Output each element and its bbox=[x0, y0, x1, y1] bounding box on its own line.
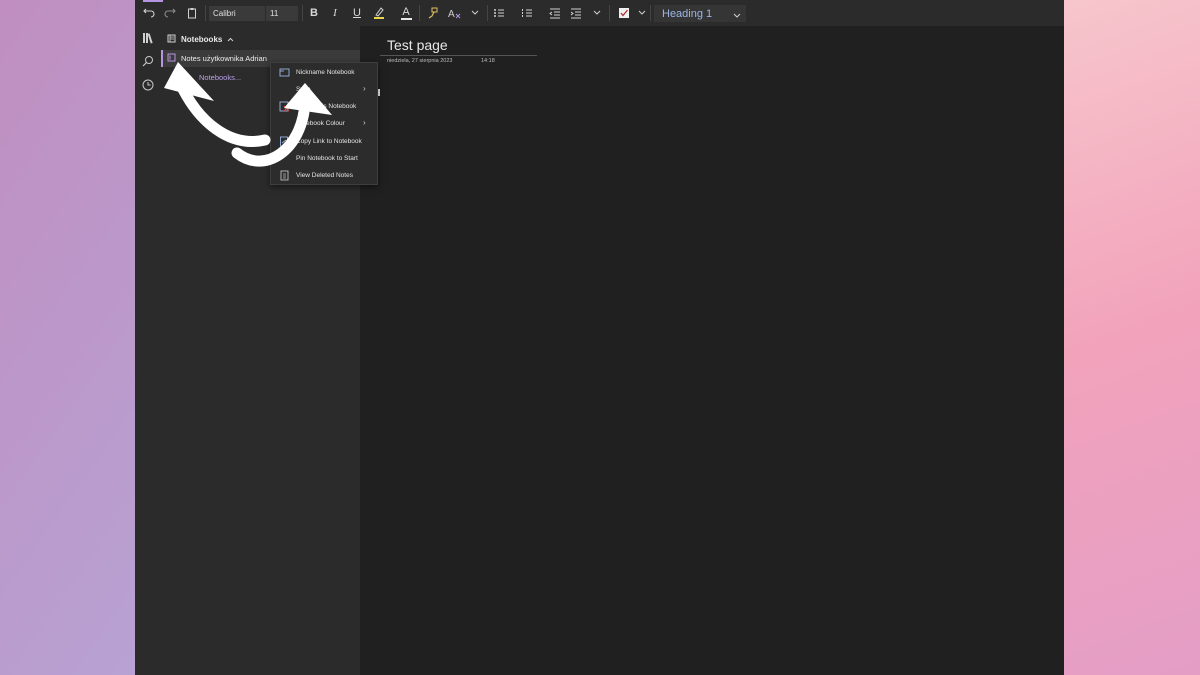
toolbar-separator bbox=[205, 5, 206, 21]
chevron-right-icon: › bbox=[363, 84, 366, 93]
toolbar-separator bbox=[650, 5, 651, 21]
bullets-icon[interactable] bbox=[491, 4, 507, 22]
menu-item-label: Pin Notebook to Start bbox=[296, 155, 358, 162]
clear-format-icon[interactable]: A bbox=[446, 4, 462, 22]
outdent-icon[interactable] bbox=[547, 4, 563, 22]
selection-indicator bbox=[161, 50, 163, 67]
rename-icon bbox=[279, 67, 290, 78]
menu-item-sync[interactable]: Sync › bbox=[271, 81, 377, 98]
desktop-background-right bbox=[1064, 0, 1200, 675]
onenote-window: Calibri 11 B I U A A Heading 1 Notebooks… bbox=[135, 0, 1064, 675]
menu-item-label: Nickname Notebook bbox=[296, 69, 355, 76]
notebook-list-icon bbox=[167, 34, 176, 45]
notebook-context-menu: Nickname Notebook Sync › Close This Note… bbox=[270, 62, 378, 185]
notebook-icon bbox=[167, 53, 176, 64]
menu-item-label: Notebook Colour bbox=[296, 120, 345, 127]
page-date: niedziela, 27 sierpnia 2023 bbox=[387, 58, 453, 64]
font-color-button[interactable]: A bbox=[398, 4, 414, 22]
italic-button[interactable]: I bbox=[327, 4, 343, 22]
redo-icon[interactable] bbox=[162, 4, 178, 22]
font-color-swatch bbox=[400, 17, 412, 20]
page-canvas[interactable]: Test page niedziela, 27 sierpnia 2023 14… bbox=[360, 26, 1064, 675]
menu-item-label: View Deleted Notes bbox=[296, 172, 353, 179]
close-notebook-icon bbox=[279, 101, 290, 112]
deleted-notes-icon bbox=[279, 170, 290, 181]
font-color-glyph: A bbox=[402, 5, 410, 18]
title-divider bbox=[380, 55, 537, 56]
menu-item-pin-to-start[interactable]: Pin Notebook to Start bbox=[271, 150, 377, 167]
chevron-up-icon bbox=[227, 35, 234, 44]
toolbar: Calibri 11 B I U A A Heading 1 bbox=[135, 0, 1064, 27]
font-size-field[interactable]: 11 bbox=[266, 6, 298, 21]
toolbar-separator bbox=[609, 5, 610, 21]
todo-checkbox-icon[interactable] bbox=[616, 4, 632, 22]
chevron-down-icon[interactable] bbox=[591, 4, 603, 22]
toolbar-accent-bar bbox=[143, 0, 163, 2]
menu-item-label: Copy Link to Notebook bbox=[296, 138, 362, 145]
navigation-rail bbox=[135, 26, 161, 675]
toolbar-separator bbox=[487, 5, 488, 21]
style-dropdown[interactable]: Heading 1 bbox=[654, 5, 746, 22]
style-dropdown-label: Heading 1 bbox=[662, 7, 713, 20]
font-name-field[interactable]: Calibri bbox=[209, 6, 265, 21]
svg-text:A: A bbox=[448, 9, 455, 19]
chevron-right-icon: › bbox=[363, 118, 366, 127]
notebooks-header[interactable]: Notebooks bbox=[167, 32, 234, 46]
text-cursor bbox=[378, 89, 380, 96]
chevron-down-icon[interactable] bbox=[469, 4, 481, 22]
menu-item-label: Close This Notebook bbox=[296, 103, 357, 110]
page-time: 14:18 bbox=[481, 58, 495, 64]
more-notebooks-link[interactable]: Notebooks... bbox=[199, 73, 241, 82]
notebook-name: Notes użytkownika Adrian bbox=[181, 54, 267, 63]
clipboard-icon[interactable] bbox=[184, 4, 200, 22]
menu-item-notebook-colour[interactable]: Notebook Colour › bbox=[271, 115, 377, 132]
chevron-down-icon bbox=[733, 10, 741, 22]
menu-item-copy-link[interactable]: Copy Link to Notebook bbox=[271, 133, 377, 150]
menu-item-view-deleted-notes[interactable]: View Deleted Notes bbox=[271, 167, 377, 184]
search-icon[interactable] bbox=[138, 51, 158, 71]
indent-icon[interactable] bbox=[568, 4, 584, 22]
toolbar-separator bbox=[419, 5, 420, 21]
underline-button[interactable]: U bbox=[349, 4, 365, 22]
recent-icon[interactable] bbox=[138, 75, 158, 95]
menu-item-nickname-notebook[interactable]: Nickname Notebook bbox=[271, 64, 377, 81]
numbering-icon[interactable] bbox=[519, 4, 535, 22]
undo-icon[interactable] bbox=[141, 4, 157, 22]
highlight-icon[interactable] bbox=[371, 4, 387, 22]
link-icon bbox=[279, 136, 290, 147]
bold-button[interactable]: B bbox=[306, 4, 322, 22]
notebooks-icon[interactable] bbox=[138, 28, 158, 48]
toolbar-separator bbox=[302, 5, 303, 21]
chevron-down-icon[interactable] bbox=[636, 4, 648, 22]
page-title[interactable]: Test page bbox=[387, 37, 448, 53]
notebooks-header-label: Notebooks bbox=[181, 34, 223, 44]
format-painter-icon[interactable] bbox=[425, 4, 441, 22]
menu-item-close-notebook[interactable]: Close This Notebook bbox=[271, 98, 377, 115]
menu-item-label: Sync bbox=[296, 86, 311, 93]
